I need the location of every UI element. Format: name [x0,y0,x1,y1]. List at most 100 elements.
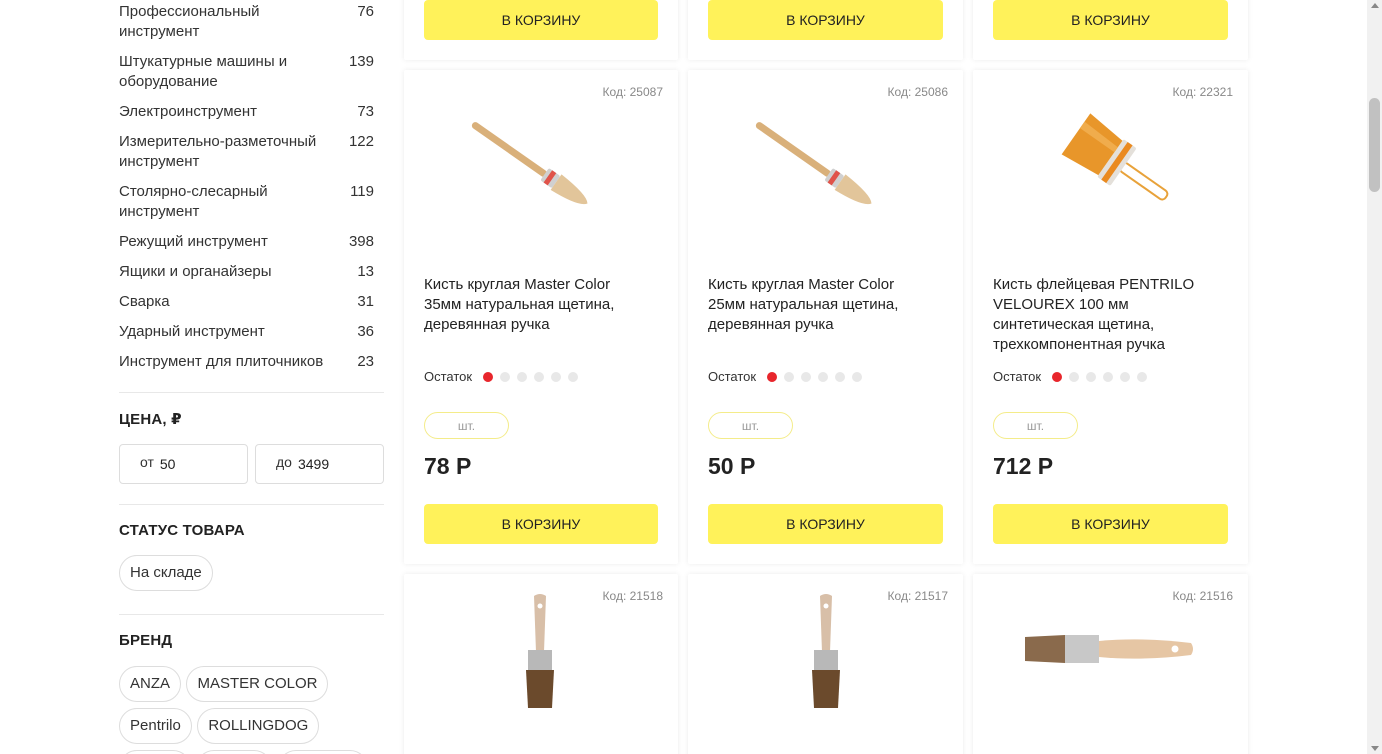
price-from-field[interactable]: от [119,444,248,484]
stock-label: Остаток [993,369,1042,384]
category-name: Штукатурные машины и оборудование [119,53,288,90]
product-title[interactable]: Кисть круглая Master Color 35мм натураль… [424,275,649,335]
product-card: Код: 25087 Кисть круглая Master Color 35… [404,70,678,564]
product-title[interactable]: Кисть круглая Master Color 25мм натураль… [708,275,933,335]
stock-dot [1137,371,1148,382]
category-item[interactable]: Инструмент для плиточников 23 [119,351,384,381]
brand-chip-pentrilo[interactable]: Pentrilo [119,708,192,744]
stock-dot [801,371,812,382]
stock-dot [551,371,562,382]
product-card: Код: 21517 [688,574,963,754]
product-card: Код: 21516 [973,574,1248,754]
stock-indicator: Остаток [993,369,1148,384]
product-code: Код: 25086 [887,85,948,99]
stock-dot [517,371,528,382]
product-card: Код: 22321 Кисть флейцевая PENTRILO VELO… [973,70,1248,564]
category-count: 36 [357,323,374,340]
category-item[interactable]: Ящики и органайзеры 13 [119,261,384,291]
stock-dot [1052,371,1063,382]
stock-indicator: Остаток [708,369,863,384]
stock-dot [500,371,511,382]
brand-chip-master-color[interactable]: MASTER COLOR [186,666,329,702]
category-count: 73 [357,103,374,120]
category-item[interactable]: Столярно-слесарный инструмент 119 [119,181,384,231]
stock-dots [767,371,863,382]
brand-chip-rollingdog[interactable]: ROLLINGDOG [197,708,320,744]
product-image[interactable] [1023,90,1183,240]
category-item[interactable]: Измерительно-разметочный инструмент 122 [119,131,384,181]
product-price: 78 Р [424,453,472,479]
category-count: 398 [348,233,374,250]
filter-sidebar: Профессиональный инструмент 76 Штукатурны… [119,0,384,754]
category-list: Профессиональный инструмент 76 Штукатурны… [119,1,384,381]
category-name: Сварка [119,293,170,310]
price-to-input[interactable] [297,456,368,472]
category-name: Электроинструмент [119,103,258,120]
brand-chip[interactable] [196,750,273,754]
product-card: В КОРЗИНУ [688,0,963,60]
add-to-cart-button[interactable]: В КОРЗИНУ [424,504,658,544]
product-image[interactable] [504,592,574,712]
category-name: Инструмент для плиточников [119,353,324,370]
add-to-cart-button[interactable]: В КОРЗИНУ [708,0,943,40]
unit-selector[interactable]: шт. [993,412,1078,439]
product-title[interactable]: Кисть флейцевая PENTRILO VELOUREX 100 мм… [993,275,1218,355]
add-to-cart-button[interactable]: В КОРЗИНУ [993,0,1228,40]
stock-dot [835,371,846,382]
stock-dot [1120,371,1131,382]
brand-filter: БРЕНД ANZA MASTER COLOR Pentrilo ROLLING… [119,615,384,754]
product-code: Код: 25087 [602,85,663,99]
status-chip-in-stock[interactable]: На складе [119,555,213,591]
paint-brush-icon [526,594,554,708]
product-image[interactable] [790,592,860,712]
stock-dot [534,371,545,382]
product-price: 50 Р [708,453,756,479]
add-to-cart-button[interactable]: В КОРЗИНУ [993,504,1228,544]
price-to-field[interactable]: до [255,444,384,484]
brand-chip-anza[interactable]: ANZA [119,666,182,702]
category-item[interactable]: Режущий инструмент 398 [119,231,384,261]
round-brush-icon [755,122,872,205]
product-price: 712 Р [993,453,1054,479]
category-name: Столярно-слесарный инструмент [119,183,268,220]
brand-chip[interactable] [277,750,368,754]
page-scrollbar[interactable] [1367,0,1382,754]
scroll-thumb[interactable] [1369,98,1380,192]
category-item[interactable]: Штукатурные машины и оборудование 139 [119,51,384,101]
category-name: Профессиональный инструмент [119,3,260,40]
category-item[interactable]: Ударный инструмент 36 [119,321,384,351]
stock-dot [1086,371,1097,382]
product-code: Код: 21518 [602,589,663,603]
category-item[interactable]: Сварка 31 [119,291,384,321]
add-to-cart-button[interactable]: В КОРЗИНУ [424,0,658,40]
stock-dot [852,371,863,382]
brand-chip[interactable] [119,750,191,754]
add-to-cart-button[interactable]: В КОРЗИНУ [708,504,943,544]
price-filter: ЦЕНА, ₽ от до [119,393,384,484]
status-filter: СТАТУС ТОВАРА На складе [119,505,384,591]
price-from-input[interactable] [159,456,230,472]
category-name: Ударный инструмент [119,323,265,340]
category-count: 139 [348,53,374,70]
category-count: 122 [348,133,374,150]
price-filter-title: ЦЕНА, ₽ [119,411,182,428]
stock-label: Остаток [424,369,473,384]
unit-selector[interactable]: шт. [424,412,509,439]
product-image[interactable] [1023,629,1198,669]
brand-filter-title: БРЕНД [119,632,173,649]
category-name: Измерительно-разметочный инструмент [119,133,317,170]
product-image[interactable] [449,90,609,240]
product-card: Код: 21518 [404,574,678,754]
scroll-up-icon[interactable] [1371,3,1379,8]
stock-label: Остаток [708,369,757,384]
category-item[interactable]: Электроинструмент 73 [119,101,384,131]
scroll-down-icon[interactable] [1371,746,1379,751]
stock-dot [1069,371,1080,382]
stock-dots [483,371,579,382]
product-card: В КОРЗИНУ [404,0,678,60]
product-image[interactable] [733,90,893,240]
category-item[interactable]: Профессиональный инструмент 76 [119,1,384,51]
unit-selector[interactable]: шт. [708,412,793,439]
category-count: 31 [357,293,374,310]
product-code: Код: 21517 [887,589,948,603]
